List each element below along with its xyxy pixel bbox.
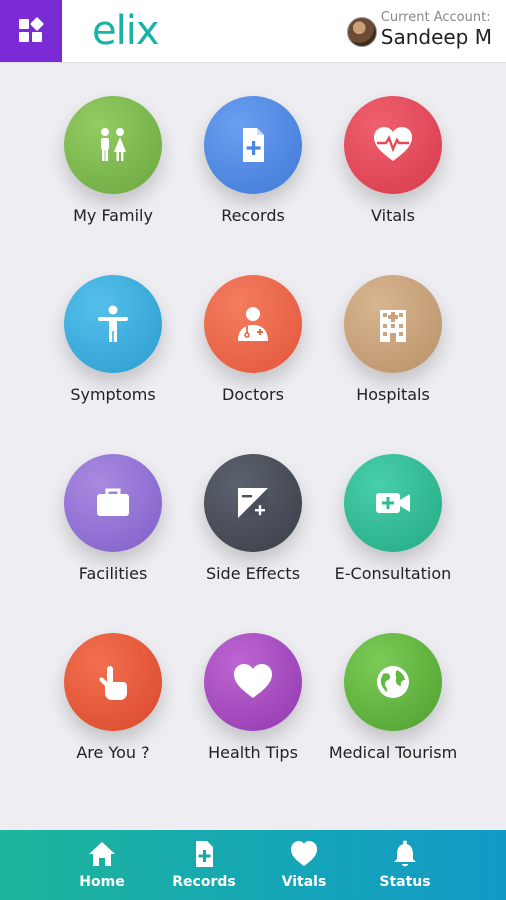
side-effects-icon: [204, 454, 302, 552]
nav-label: Records: [172, 874, 236, 890]
tile-label: My Family: [73, 206, 153, 225]
tile-label: Records: [221, 206, 285, 225]
family-icon: [64, 96, 162, 194]
account-label: Current Account:: [380, 10, 491, 25]
video-plus-icon: [344, 454, 442, 552]
nav-vitals[interactable]: Vitals: [254, 840, 354, 890]
account-switcher[interactable]: Current Account: Sandeep M: [346, 10, 492, 49]
globe-icon: [344, 633, 442, 731]
nav-status[interactable]: Status: [355, 840, 455, 890]
document-plus-icon: [204, 96, 302, 194]
tile-label: Doctors: [222, 385, 284, 404]
tile-label: Vitals: [371, 206, 415, 225]
tile-side-effects[interactable]: Side Effects: [173, 454, 333, 583]
briefcase-icon: [64, 454, 162, 552]
tile-records[interactable]: Records: [173, 96, 333, 225]
nav-label: Home: [79, 874, 125, 890]
tile-symptoms[interactable]: Symptoms: [33, 275, 193, 404]
heartbeat-icon: [344, 96, 442, 194]
tile-medical-tourism[interactable]: Medical Tourism: [313, 633, 473, 762]
document-plus-icon: [196, 841, 213, 867]
tile-label: Hospitals: [356, 385, 430, 404]
tile-are-you[interactable]: Are You ?: [33, 633, 193, 762]
nav-records[interactable]: Records: [154, 840, 254, 890]
hospital-icon: [344, 275, 442, 373]
tile-facilities[interactable]: Facilities: [33, 454, 193, 583]
tile-label: Symptoms: [70, 385, 156, 404]
tile-label: Facilities: [78, 564, 148, 583]
person-icon: [64, 275, 162, 373]
app-logo: elix: [92, 8, 160, 54]
tile-e-consultation[interactable]: E-Consultation: [313, 454, 473, 583]
tile-label: E-Consultation: [334, 564, 452, 583]
doctor-icon: [204, 275, 302, 373]
tile-hospitals[interactable]: Hospitals: [313, 275, 473, 404]
app-header: elix Current Account: Sandeep M: [0, 0, 506, 63]
tile-health-tips[interactable]: Health Tips: [173, 633, 333, 762]
tile-label: Side Effects: [205, 564, 301, 583]
heart-icon: [291, 841, 317, 866]
account-name: Sandeep M: [380, 25, 492, 49]
hand-pointer-icon: [64, 633, 162, 731]
nav-home[interactable]: Home: [52, 840, 152, 890]
heart-icon: [204, 633, 302, 731]
tile-label: Health Tips: [208, 743, 298, 762]
home-icon: [89, 842, 115, 866]
tile-label: Are You ?: [76, 743, 150, 762]
menu-button[interactable]: [0, 0, 62, 62]
tile-doctors[interactable]: Doctors: [173, 275, 333, 404]
avatar: [346, 16, 377, 47]
tile-label: Medical Tourism: [328, 743, 458, 762]
grid-menu-icon: [19, 17, 44, 42]
nav-label: Status: [379, 874, 431, 890]
nav-label: Vitals: [281, 874, 327, 890]
bell-icon: [394, 840, 416, 867]
tile-vitals[interactable]: Vitals: [313, 96, 473, 225]
feature-grid: My Family Records Vitals Symptoms Doctor…: [0, 62, 506, 830]
bottom-nav: Home Records Vitals Status: [0, 830, 506, 900]
tile-my-family[interactable]: My Family: [33, 96, 193, 225]
